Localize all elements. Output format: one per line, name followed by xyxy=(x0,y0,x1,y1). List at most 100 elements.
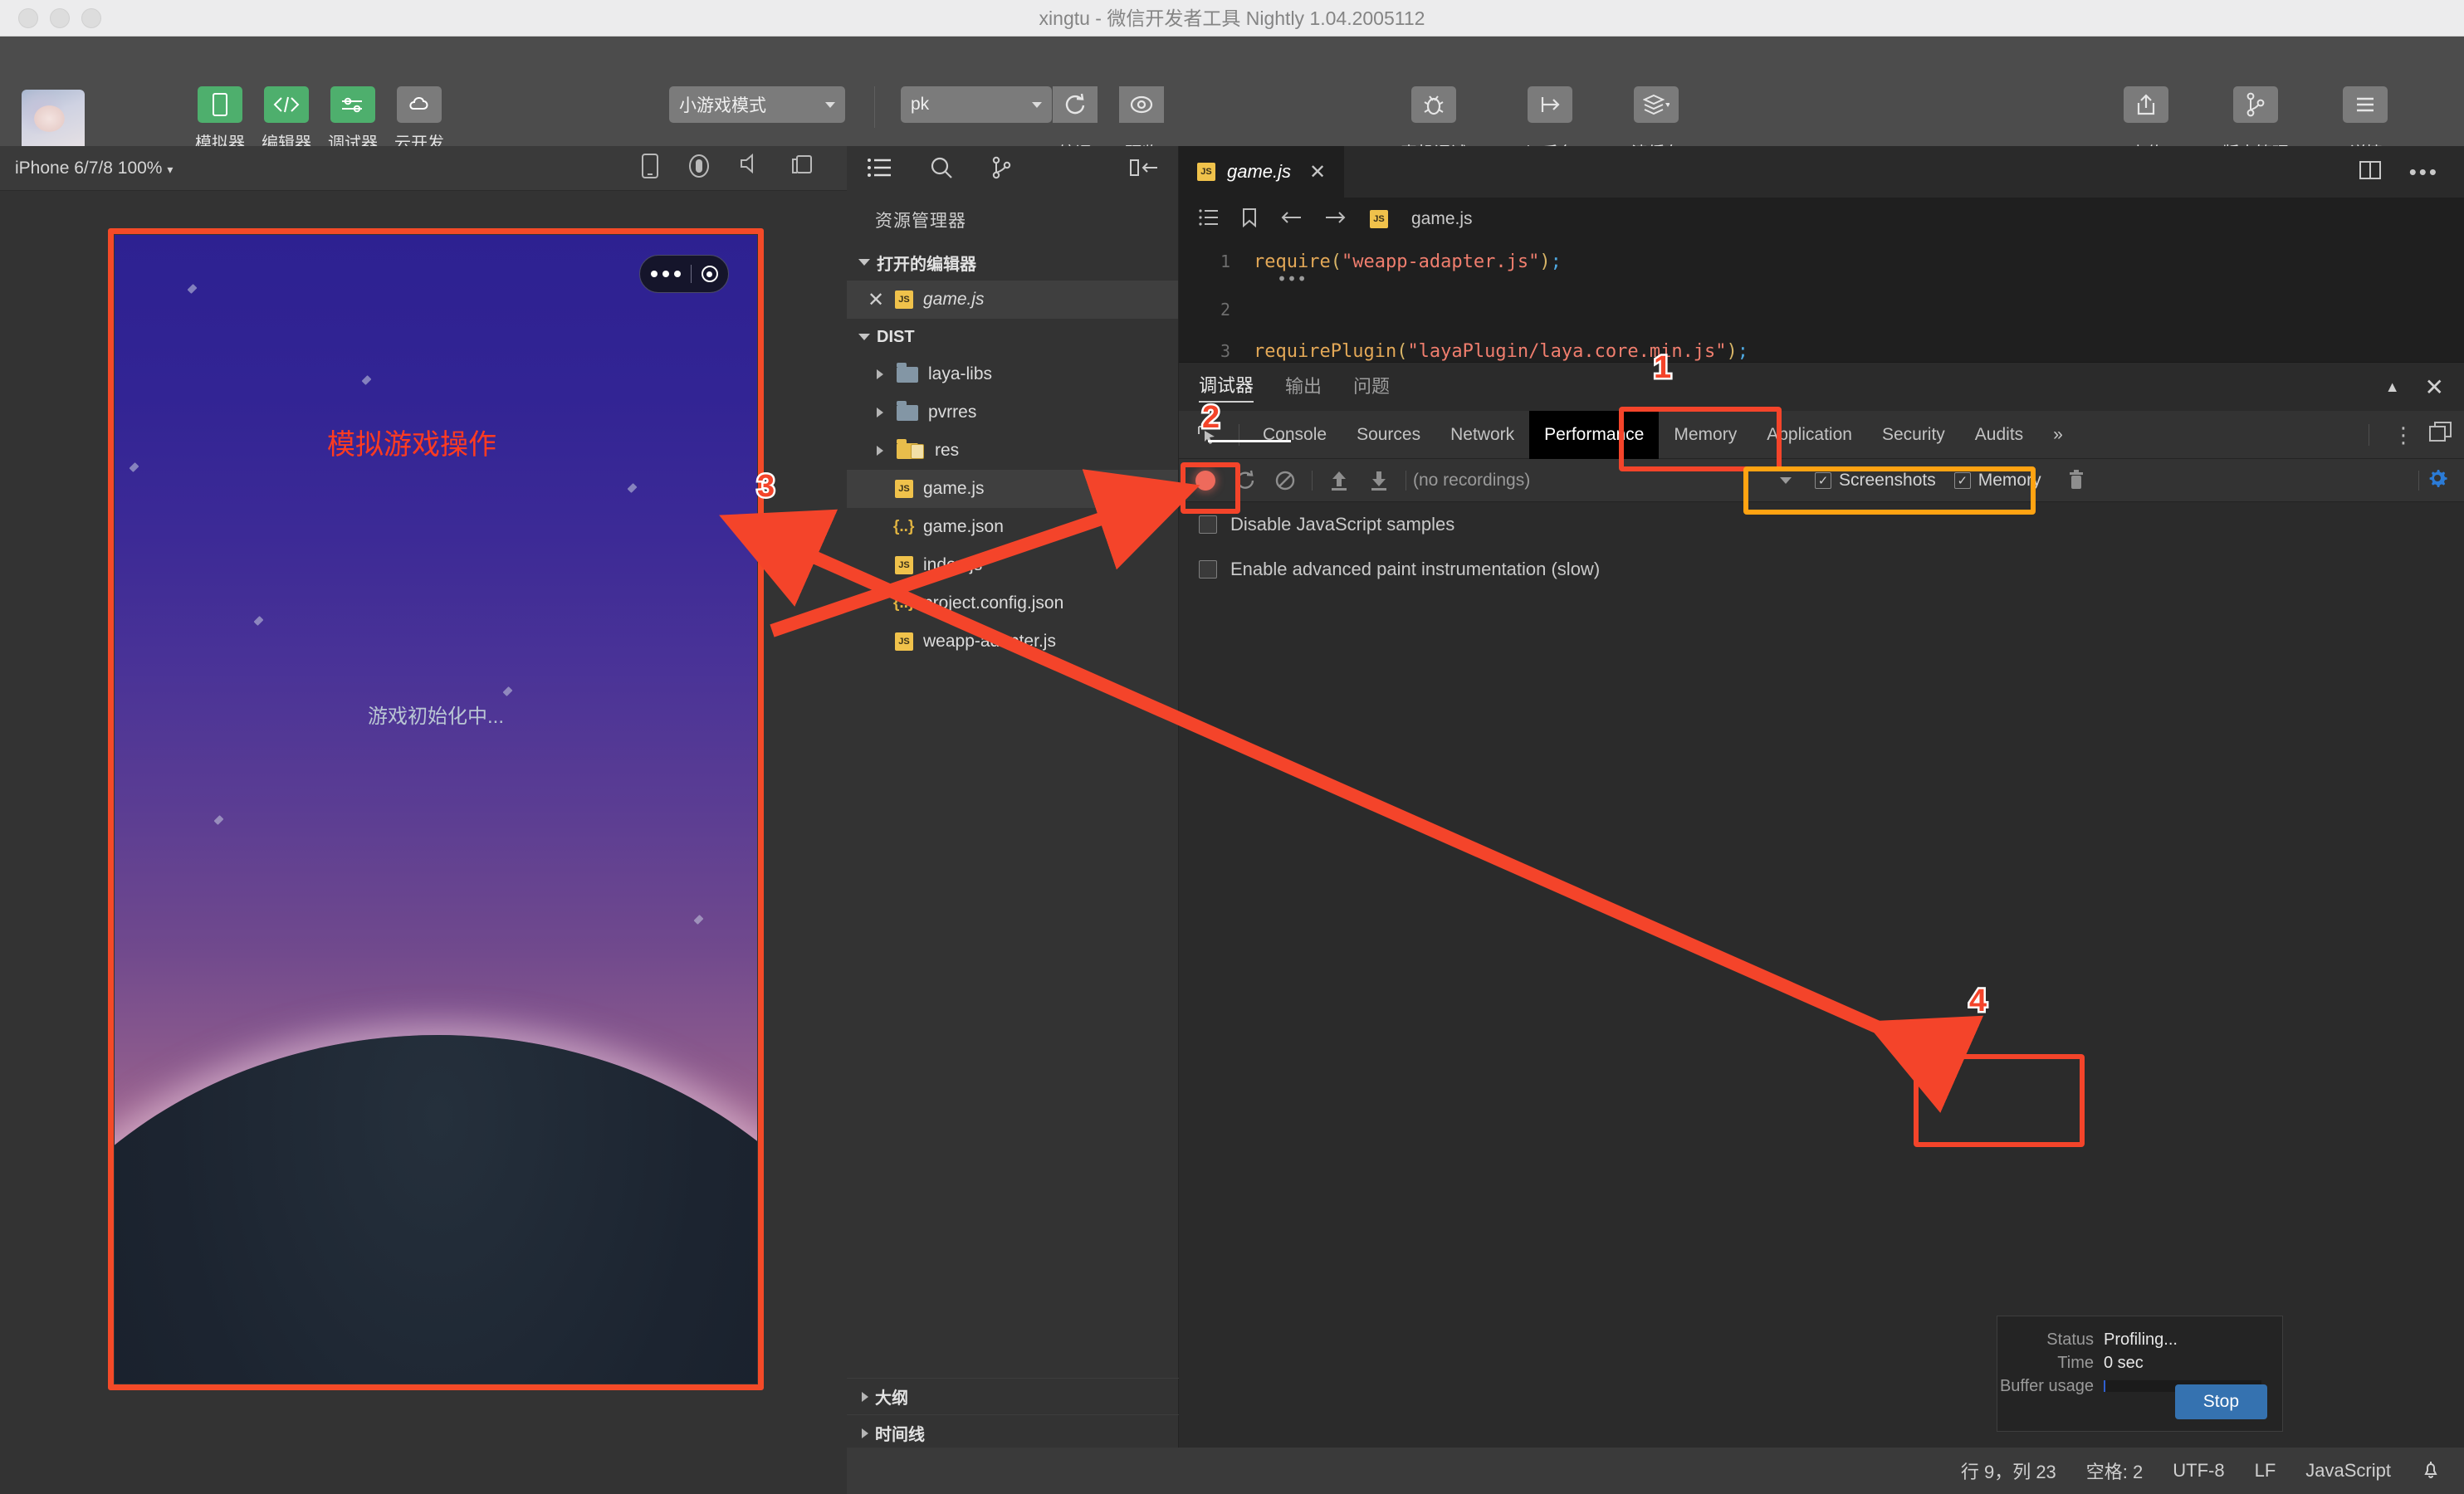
clear-recording-button[interactable] xyxy=(1265,459,1305,502)
indent-setting[interactable]: 空格: 2 xyxy=(2086,1457,2143,1484)
screenshots-checkbox[interactable]: ✓ Screenshots xyxy=(1815,471,1936,491)
file-row-laya-libs[interactable]: laya-libs xyxy=(847,355,1178,393)
editor-more-icon[interactable]: ••• xyxy=(2409,159,2439,185)
file-row-gamejs[interactable]: JS game.js xyxy=(847,470,1178,508)
upload-button[interactable] xyxy=(2124,86,2168,123)
devtools-tab-application[interactable]: Application xyxy=(1752,411,1867,459)
files-icon[interactable] xyxy=(867,158,892,182)
file-row-gamejson[interactable]: {..} game.json xyxy=(847,508,1178,546)
save-profile-button[interactable] xyxy=(1359,459,1399,502)
encoding-setting[interactable]: UTF-8 xyxy=(2173,1460,2224,1482)
bookmark-icon[interactable] xyxy=(1242,208,1257,232)
chevron-down-icon xyxy=(825,102,835,108)
checkbox-icon[interactable] xyxy=(1199,560,1217,579)
panel-tab-debugger[interactable]: 调试器 xyxy=(1199,371,1254,403)
devtools-tab-sources[interactable]: Sources xyxy=(1342,411,1435,459)
source-control-icon[interactable] xyxy=(991,156,1013,183)
detail-button[interactable] xyxy=(2343,86,2388,123)
recordings-select[interactable]: (no recordings) xyxy=(1413,471,1803,491)
star-icon xyxy=(187,284,197,294)
collapse-sidebar-icon[interactable] xyxy=(1130,158,1158,182)
game-loading-text: 游戏初始化中... xyxy=(115,700,757,729)
close-panel-icon[interactable]: ✕ xyxy=(2425,374,2444,401)
reload-and-record-button[interactable] xyxy=(1225,459,1265,502)
background-button[interactable] xyxy=(1528,86,1572,123)
forward-icon[interactable] xyxy=(1325,209,1347,230)
time-value: 0 sec xyxy=(2104,1354,2144,1373)
remote-debug-button[interactable] xyxy=(1411,86,1456,123)
time-label: Time xyxy=(1997,1354,2104,1373)
branch-select[interactable]: pk xyxy=(901,86,1052,123)
section-timeline[interactable]: 时间线 xyxy=(847,1414,1179,1451)
file-row-projectconfig[interactable]: {..} project.config.json xyxy=(847,584,1178,622)
close-icon[interactable]: ✕ xyxy=(1309,160,1326,184)
file-row-res[interactable]: res xyxy=(847,432,1178,470)
devtools-more-tabs[interactable]: » xyxy=(2038,411,2078,459)
version-button[interactable] xyxy=(2233,86,2278,123)
detach-window-icon[interactable] xyxy=(790,153,814,183)
cursor-position[interactable]: 行 9，列 23 xyxy=(1961,1457,2056,1484)
toolbar-button-cloud[interactable]: 云开发 xyxy=(397,86,442,154)
chevron-down-icon xyxy=(858,334,870,340)
volume-icon[interactable] xyxy=(739,153,762,183)
phone-screen[interactable]: 游戏初始化中... xyxy=(115,235,757,1384)
close-mini-program-icon[interactable] xyxy=(702,266,718,282)
toolbar-button-simulator[interactable]: 模拟器 xyxy=(198,86,242,154)
branch-select-value: pk xyxy=(911,95,929,115)
mode-select[interactable]: 小游戏模式 xyxy=(669,86,845,123)
toolbar-button-editor[interactable]: 编辑器 xyxy=(264,86,309,154)
open-editor-item-gamejs[interactable]: ✕ JS game.js xyxy=(847,281,1178,319)
section-outline[interactable]: 大纲 xyxy=(847,1378,1179,1414)
file-row-pvrres[interactable]: pvrres xyxy=(847,393,1178,432)
toolbar-button-debugger[interactable]: 调试器 xyxy=(330,86,375,154)
disable-js-samples-row[interactable]: Disable JavaScript samples xyxy=(1179,502,2464,547)
devtools-menu-icon[interactable]: ⋮ xyxy=(2378,424,2429,446)
rotate-device-icon[interactable] xyxy=(641,153,659,183)
devtools-tab-audits[interactable]: Audits xyxy=(1960,411,2038,459)
clear-cache-button[interactable] xyxy=(1634,86,1679,123)
devtools-tab-memory[interactable]: Memory xyxy=(1659,411,1752,459)
dock-side-icon[interactable] xyxy=(2429,422,2452,447)
star-icon xyxy=(693,915,703,925)
devtools-tab-performance[interactable]: Performance xyxy=(1529,411,1659,459)
section-open-editors[interactable]: 打开的编辑器 xyxy=(847,244,1178,281)
close-icon[interactable]: ✕ xyxy=(865,288,887,312)
delete-recording-button[interactable] xyxy=(2056,459,2096,502)
more-menu-icon[interactable] xyxy=(651,271,681,277)
record-button[interactable] xyxy=(1186,459,1225,502)
devtools-tab-security[interactable]: Security xyxy=(1867,411,1960,459)
device-select[interactable]: iPhone 6/7/8 100% ▾ xyxy=(15,159,173,178)
advanced-paint-row[interactable]: Enable advanced paint instrumentation (s… xyxy=(1179,547,2464,592)
compile-button[interactable] xyxy=(1053,86,1098,123)
bell-icon[interactable] xyxy=(2421,1458,2441,1484)
checkbox-icon[interactable] xyxy=(1199,515,1217,534)
editor-tab-gamejs[interactable]: JS game.js ✕ xyxy=(1179,146,1344,198)
back-icon[interactable] xyxy=(1280,209,1302,230)
devtools-tab-console[interactable]: Console xyxy=(1248,411,1342,459)
devtools-tab-network[interactable]: Network xyxy=(1435,411,1529,459)
outline-list-icon[interactable] xyxy=(1199,209,1219,230)
avatar[interactable] xyxy=(22,90,85,153)
file-row-weappadapter[interactable]: JS weapp-adapter.js xyxy=(847,622,1178,661)
file-row-indexjs[interactable]: JS index.js xyxy=(847,546,1178,584)
memory-checkbox[interactable]: ✓ Memory xyxy=(1954,471,2041,491)
code-token-arg: "layaPlugin/laya.core.min.js" xyxy=(1407,341,1726,362)
language-mode[interactable]: JavaScript xyxy=(2305,1460,2391,1482)
stop-button[interactable]: Stop xyxy=(2175,1384,2267,1419)
mini-program-capsule[interactable] xyxy=(639,255,729,293)
section-project-dist[interactable]: DIST xyxy=(847,319,1178,355)
panel-tab-output[interactable]: 输出 xyxy=(1285,372,1322,402)
split-editor-icon[interactable] xyxy=(2359,160,2381,184)
star-icon xyxy=(361,375,371,385)
performance-toolbar: (no recordings) ✓ Screenshots ✓ Memory xyxy=(1179,459,2464,502)
panel-tab-problems[interactable]: 问题 xyxy=(1353,372,1390,402)
home-button-icon[interactable] xyxy=(687,153,711,183)
collapse-panel-icon[interactable]: ▲ xyxy=(2385,378,2400,396)
outline-label: 大纲 xyxy=(875,1384,908,1409)
load-profile-button[interactable] xyxy=(1319,459,1359,502)
search-icon[interactable] xyxy=(930,156,953,183)
eol-setting[interactable]: LF xyxy=(2255,1460,2276,1482)
chrome-devtools-tabbar: Console Sources Network Performance Memo… xyxy=(1179,411,2464,459)
settings-gear-icon[interactable] xyxy=(2426,466,2449,494)
preview-button[interactable] xyxy=(1119,86,1164,123)
